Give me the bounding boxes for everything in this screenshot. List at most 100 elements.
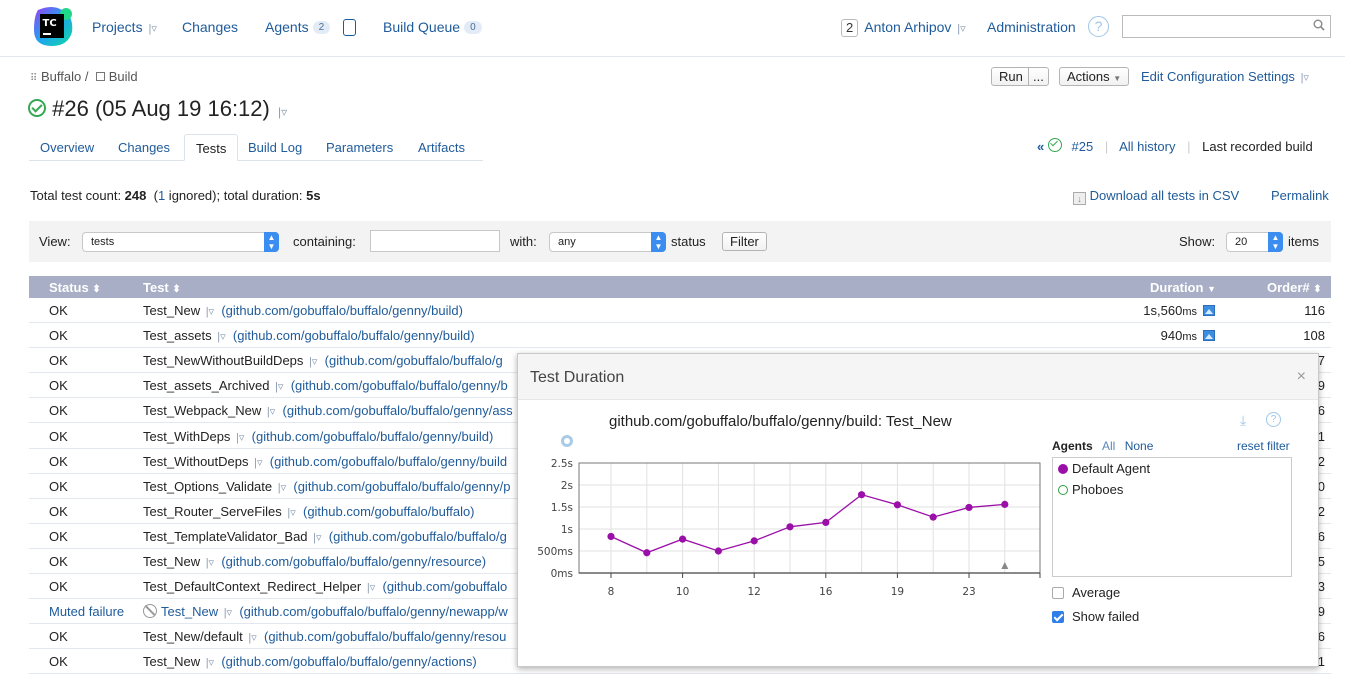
help-icon[interactable]: ?: [1088, 16, 1109, 37]
test-name[interactable]: Test_Webpack_New: [143, 403, 261, 418]
data-point[interactable]: [679, 535, 687, 543]
test-name[interactable]: Test_New: [143, 654, 200, 669]
user-dropdown-icon[interactable]: |▿: [957, 23, 965, 35]
user-name[interactable]: Anton Arhipov: [864, 19, 951, 35]
tab-artifacts[interactable]: Artifacts: [407, 134, 476, 161]
test-package-link[interactable]: (github.com/gobuffalo/buffalo/genny/buil…: [252, 429, 494, 444]
run-button[interactable]: Run: [991, 67, 1031, 86]
column-duration[interactable]: Duration ▼: [1150, 280, 1216, 295]
test-name[interactable]: Test_New: [143, 554, 200, 569]
test-name[interactable]: Test_Router_ServeFiles: [143, 504, 282, 519]
nav-agents[interactable]: Agents 2: [265, 19, 331, 35]
test-dropdown-icon[interactable]: |▿: [267, 406, 275, 418]
agents-none-link[interactable]: None: [1125, 439, 1154, 453]
test-name[interactable]: Test_WithoutDeps: [143, 454, 249, 469]
duration-chart-icon[interactable]: [1203, 330, 1215, 342]
data-point[interactable]: [643, 549, 651, 557]
test-name[interactable]: Test_New: [143, 303, 200, 318]
test-dropdown-icon[interactable]: |▿: [224, 607, 232, 619]
test-name[interactable]: Test_WithDeps: [143, 429, 230, 444]
test-package-link[interactable]: (github.com/gobuffalo/buffalo/genny/buil…: [221, 303, 463, 318]
nav-administration[interactable]: Administration: [987, 19, 1076, 35]
all-history-link[interactable]: All history: [1119, 139, 1175, 154]
test-dropdown-icon[interactable]: |▿: [313, 532, 321, 544]
data-point[interactable]: [714, 547, 722, 555]
tab-tests[interactable]: Tests: [184, 134, 239, 161]
test-package-link[interactable]: (github.com/gobuffalo/buffalo/g: [325, 353, 503, 368]
containing-input[interactable]: [370, 230, 500, 252]
data-point[interactable]: [965, 503, 973, 512]
average-checkbox[interactable]: Average: [1052, 585, 1120, 600]
data-point[interactable]: [893, 501, 901, 509]
previous-build-link[interactable]: #25: [1071, 139, 1093, 154]
test-package-link[interactable]: (github.com/gobuffalo/buffalo/genny/newa…: [239, 604, 507, 619]
test-package-link[interactable]: (github.com/gobuffalo/buffalo/genny/p: [293, 479, 510, 494]
test-dropdown-icon[interactable]: |▿: [278, 482, 286, 494]
test-package-link[interactable]: (github.com/gobuffalo/buffalo/g: [329, 529, 507, 544]
search-icon[interactable]: [1313, 19, 1325, 31]
breadcrumb-project[interactable]: Buffalo: [41, 69, 81, 84]
test-dropdown-icon[interactable]: |▿: [367, 582, 375, 594]
projects-dropdown-icon[interactable]: |▿: [148, 23, 156, 35]
gear-icon[interactable]: [561, 435, 573, 447]
data-point[interactable]: [750, 537, 758, 545]
test-package-link[interactable]: (github.com/gobuffalo/buffalo/genny/ass: [283, 403, 513, 418]
user-notification-badge[interactable]: 2: [841, 19, 859, 37]
table-row[interactable]: OK Test_assets |▿ (github.com/gobuffalo/b…: [29, 323, 1331, 349]
search-input[interactable]: [1122, 15, 1331, 38]
test-name[interactable]: Test_New: [161, 604, 218, 619]
test-name[interactable]: Test_Options_Validate: [143, 479, 272, 494]
test-package-link[interactable]: (github.com/gobuffalo/buffalo/genny/acti…: [221, 654, 476, 669]
data-point[interactable]: [929, 513, 937, 521]
test-dropdown-icon[interactable]: |▿: [254, 457, 262, 469]
tab-changes[interactable]: Changes: [107, 134, 181, 161]
data-point[interactable]: [858, 491, 866, 499]
test-dropdown-icon[interactable]: |▿: [217, 331, 225, 343]
test-dropdown-icon[interactable]: |▿: [248, 632, 256, 644]
permalink-link[interactable]: Permalink: [1271, 188, 1329, 203]
test-dropdown-icon[interactable]: |▿: [206, 557, 214, 569]
show-count-select[interactable]: 20 ▲ ▼: [1226, 232, 1283, 252]
test-package-link[interactable]: (github.com/gobuffalo/buffalo/genny/buil…: [233, 328, 475, 343]
nav-build-queue[interactable]: Build Queue 0: [383, 19, 482, 35]
duration-chart-icon[interactable]: [1203, 305, 1215, 316]
previous-build-icon[interactable]: «: [1037, 139, 1044, 154]
test-dropdown-icon[interactable]: |▿: [309, 356, 317, 368]
data-point[interactable]: [607, 532, 615, 541]
test-name[interactable]: Test_NewWithoutBuildDeps: [143, 353, 303, 368]
data-point[interactable]: [822, 518, 830, 526]
test-package-link[interactable]: (github.com/gobuffalo/buffalo/genny/buil…: [270, 454, 507, 469]
edit-configuration-link[interactable]: Edit Configuration Settings |▿: [1141, 69, 1309, 84]
test-status[interactable]: Muted failure: [49, 604, 124, 619]
nav-projects[interactable]: Projects |▿: [92, 19, 157, 35]
test-package-link[interactable]: (github.com/gobuffalo/buffalo/genny/reso…: [264, 629, 506, 644]
edit-config-dropdown-icon[interactable]: |▿: [1301, 72, 1309, 84]
breadcrumb-build-config[interactable]: Build: [109, 69, 138, 84]
tab-build-log[interactable]: Build Log: [237, 134, 313, 161]
test-name[interactable]: Test_DefaultContext_Redirect_Helper: [143, 579, 361, 594]
data-point[interactable]: [786, 523, 794, 531]
edit-configuration-label[interactable]: Edit Configuration Settings: [1141, 69, 1295, 84]
test-package-link[interactable]: (github.com/gobuffalo/buffalo/genny/b: [291, 378, 508, 393]
test-dropdown-icon[interactable]: |▿: [206, 306, 214, 318]
run-options-button[interactable]: ...: [1028, 67, 1049, 86]
tab-parameters[interactable]: Parameters: [315, 134, 404, 161]
agent-phoboes[interactable]: Phoboes: [1058, 482, 1123, 497]
test-package-link[interactable]: (github.com/gobuffalo/buffalo): [303, 504, 475, 519]
user-menu[interactable]: 2 Anton Arhipov |▿: [841, 19, 966, 37]
agent-default-agent[interactable]: Default Agent: [1058, 461, 1150, 476]
agents-all-link[interactable]: All: [1102, 439, 1115, 453]
download-chart-icon[interactable]: ⤓: [1240, 412, 1246, 429]
test-name[interactable]: Test_TemplateValidator_Bad: [143, 529, 308, 544]
test-dropdown-icon[interactable]: |▿: [287, 507, 295, 519]
download-csv-link[interactable]: ↓ Download all tests in CSV: [1073, 188, 1239, 205]
agents-panel-toggle[interactable]: [343, 19, 356, 36]
test-package-link[interactable]: (github.com/gobuffalo: [382, 579, 507, 594]
column-order[interactable]: Order# ⬍: [1267, 280, 1322, 295]
column-status[interactable]: Status ⬍: [49, 280, 101, 295]
close-icon[interactable]: ×: [1297, 368, 1306, 386]
download-csv-label[interactable]: Download all tests in CSV: [1090, 188, 1240, 203]
test-name[interactable]: Test_New/default: [143, 629, 243, 644]
reset-filter-link[interactable]: reset filter: [1237, 439, 1290, 453]
column-test[interactable]: Test ⬍: [143, 280, 181, 295]
